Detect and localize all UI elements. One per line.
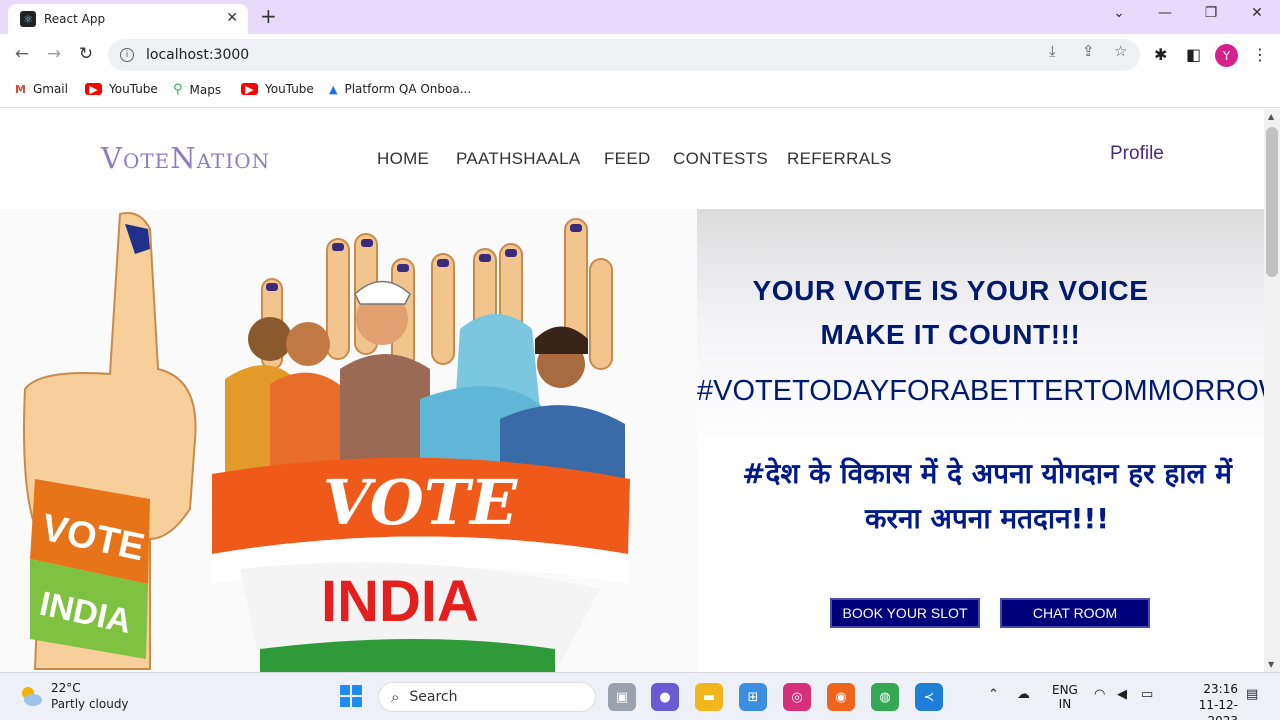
bookmark-youtube-2[interactable]: ▶ YouTube bbox=[241, 82, 314, 96]
react-icon: ⚛ bbox=[20, 11, 36, 27]
tab-search-icon[interactable]: ⌄ bbox=[1096, 5, 1142, 21]
clock-time: 23:16 bbox=[1203, 682, 1238, 696]
tab-close-icon[interactable]: ✕ bbox=[226, 10, 238, 26]
firefox-icon[interactable]: ◉ bbox=[827, 683, 855, 711]
teams-chat-icon[interactable]: ● bbox=[651, 683, 679, 711]
profile-avatar[interactable]: Y bbox=[1215, 44, 1238, 67]
menu-icon[interactable]: ⋮ bbox=[1252, 45, 1268, 64]
install-icon[interactable]: ⤓ bbox=[1049, 42, 1056, 60]
clock[interactable]: 23:16 11-12-2023 bbox=[1172, 681, 1238, 720]
battery-icon[interactable]: ▭ bbox=[1141, 687, 1153, 702]
nav-contests[interactable]: CONTESTS bbox=[673, 149, 768, 169]
india-banner-text: INDIA bbox=[321, 569, 479, 634]
vote-india-illustration: VOTE INDIA VOTE INDIA bbox=[0, 209, 697, 672]
windows-start-icon[interactable] bbox=[340, 685, 362, 707]
gmail-icon: M bbox=[15, 82, 26, 96]
lang-code: ENG bbox=[1052, 683, 1078, 697]
bookmark-label: Platform QA Onboa... bbox=[344, 82, 472, 96]
bookmark-platform-qa[interactable]: ▲ Platform QA Onboa... bbox=[329, 82, 471, 96]
clock-date: 11-12-2023 bbox=[1198, 698, 1238, 720]
vote-banner-text: VOTE bbox=[323, 466, 518, 539]
hashtag-text: #VOTETODAYFORABETTERTOMMORROW bbox=[697, 375, 1264, 407]
nav-home[interactable]: HOME bbox=[377, 149, 429, 169]
tab-strip: ⚛ React App ✕ + ⌄ — ❐ ✕ bbox=[0, 0, 1280, 34]
toolbar: ← → ↻ i localhost:3000 ⤓ ⇪ ☆ ✱ ◧ ⋮ bbox=[0, 34, 1280, 76]
profile-link[interactable]: Profile bbox=[1110, 143, 1164, 165]
chrome-icon[interactable]: ◍ bbox=[871, 683, 899, 711]
store-icon[interactable]: ⊞ bbox=[739, 683, 767, 711]
close-window-button[interactable]: ✕ bbox=[1234, 5, 1280, 21]
chat-room-button[interactable]: CHAT ROOM bbox=[1000, 598, 1150, 628]
bookmark-label: Maps bbox=[189, 82, 222, 97]
maps-icon: ⚲ bbox=[173, 82, 183, 97]
bookmark-maps[interactable]: ⚲ Maps bbox=[173, 82, 221, 97]
scroll-thumb[interactable] bbox=[1266, 127, 1278, 277]
file-explorer-icon[interactable]: ▬ bbox=[695, 683, 723, 711]
share-icon[interactable]: ⇪ bbox=[1082, 42, 1095, 60]
bookmark-star-icon[interactable]: ☆ bbox=[1114, 42, 1127, 60]
side-panel-icon[interactable]: ◧ bbox=[1186, 45, 1201, 64]
site-info-icon[interactable]: i bbox=[120, 48, 134, 62]
bookmark-label: YouTube bbox=[109, 82, 158, 96]
bookmark-youtube[interactable]: ▶ YouTube bbox=[85, 82, 158, 96]
scroll-down-icon[interactable]: ▼ bbox=[1268, 660, 1274, 669]
illustration-svg: VOTE INDIA VOTE INDIA bbox=[23, 212, 630, 672]
volume-icon[interactable]: ◀ bbox=[1117, 687, 1127, 702]
hindi-slogan: #देश के विकास में दे अपना योगदान हर हाल … bbox=[742, 457, 1232, 535]
page-scrollbar[interactable]: ▲ ▼ bbox=[1264, 109, 1280, 672]
youtube-icon: ▶ bbox=[241, 83, 258, 96]
minimize-button[interactable]: — bbox=[1142, 5, 1188, 21]
scroll-up-icon[interactable]: ▲ bbox=[1268, 112, 1274, 121]
search-icon: ⌕ bbox=[391, 688, 400, 706]
restore-button[interactable]: ❐ bbox=[1188, 5, 1234, 21]
address-bar[interactable]: i localhost:3000 bbox=[108, 39, 1140, 71]
drive-icon: ▲ bbox=[329, 82, 338, 96]
bookmark-label: YouTube bbox=[265, 82, 314, 96]
bookmark-gmail[interactable]: M Gmail bbox=[15, 82, 68, 96]
new-tab-button[interactable]: + bbox=[260, 6, 277, 26]
back-icon[interactable]: ← bbox=[10, 44, 34, 64]
taskbar-search[interactable]: ⌕ Search bbox=[378, 682, 596, 712]
slogan-line-2: MAKE IT COUNT!!! bbox=[820, 319, 1081, 350]
hero-text-panel: YOUR VOTE IS YOUR VOICE MAKE IT COUNT!!!… bbox=[697, 209, 1264, 672]
chevron-up-icon[interactable]: ⌃ bbox=[988, 687, 999, 702]
youtube-icon: ▶ bbox=[85, 83, 102, 96]
search-placeholder: Search bbox=[409, 689, 458, 705]
instagram-icon[interactable]: ◎ bbox=[783, 683, 811, 711]
nav-referrals[interactable]: REFERRALS bbox=[787, 149, 892, 169]
weather-condition[interactable]: Partly cloudy bbox=[51, 697, 129, 711]
taskbar: 22°C Partly cloudy ⌕ Search ▣ ● ▬ ⊞ ◎ ◉ … bbox=[0, 672, 1280, 720]
notification-icon[interactable]: ▤ bbox=[1246, 687, 1258, 702]
extensions-icon[interactable]: ✱ bbox=[1154, 45, 1167, 64]
screen: ⚛ React App ✕ + ⌄ — ❐ ✕ ← → ↻ i localhos… bbox=[0, 0, 1280, 720]
task-view-icon[interactable]: ▣ bbox=[608, 683, 636, 711]
forward-icon[interactable]: → bbox=[42, 44, 66, 64]
tab-title: React App bbox=[44, 12, 106, 26]
weather-temperature[interactable]: 22°C bbox=[51, 681, 81, 695]
nav-feed[interactable]: FEED bbox=[604, 149, 651, 169]
region-code: IN bbox=[1058, 697, 1072, 711]
partly-cloudy-icon[interactable] bbox=[18, 683, 44, 709]
tab-react-app[interactable]: ⚛ React App ✕ bbox=[8, 4, 248, 34]
site-logo[interactable]: VoteNation bbox=[101, 141, 270, 175]
web-page: VoteNation HOME PAATHSHAALA FEED CONTEST… bbox=[0, 109, 1264, 672]
reload-icon[interactable]: ↻ bbox=[74, 44, 98, 64]
book-slot-button[interactable]: BOOK YOUR SLOT bbox=[830, 598, 980, 628]
nav-paathshaala[interactable]: PAATHSHAALA bbox=[456, 149, 581, 169]
slogan-line-1: YOUR VOTE IS YOUR VOICE bbox=[752, 275, 1149, 306]
url-text: localhost:3000 bbox=[146, 47, 250, 63]
bookmarks-bar: M Gmail ▶ YouTube ⚲ Maps ▶ YouTube ▲ Pla… bbox=[0, 76, 1280, 108]
bookmark-label: Gmail bbox=[32, 82, 68, 96]
vscode-icon[interactable]: ≺ bbox=[915, 683, 943, 711]
wifi-icon[interactable]: ◠ bbox=[1094, 687, 1105, 702]
language-indicator[interactable]: ENG IN bbox=[1052, 683, 1078, 711]
onedrive-icon[interactable]: ☁ bbox=[1017, 687, 1030, 702]
